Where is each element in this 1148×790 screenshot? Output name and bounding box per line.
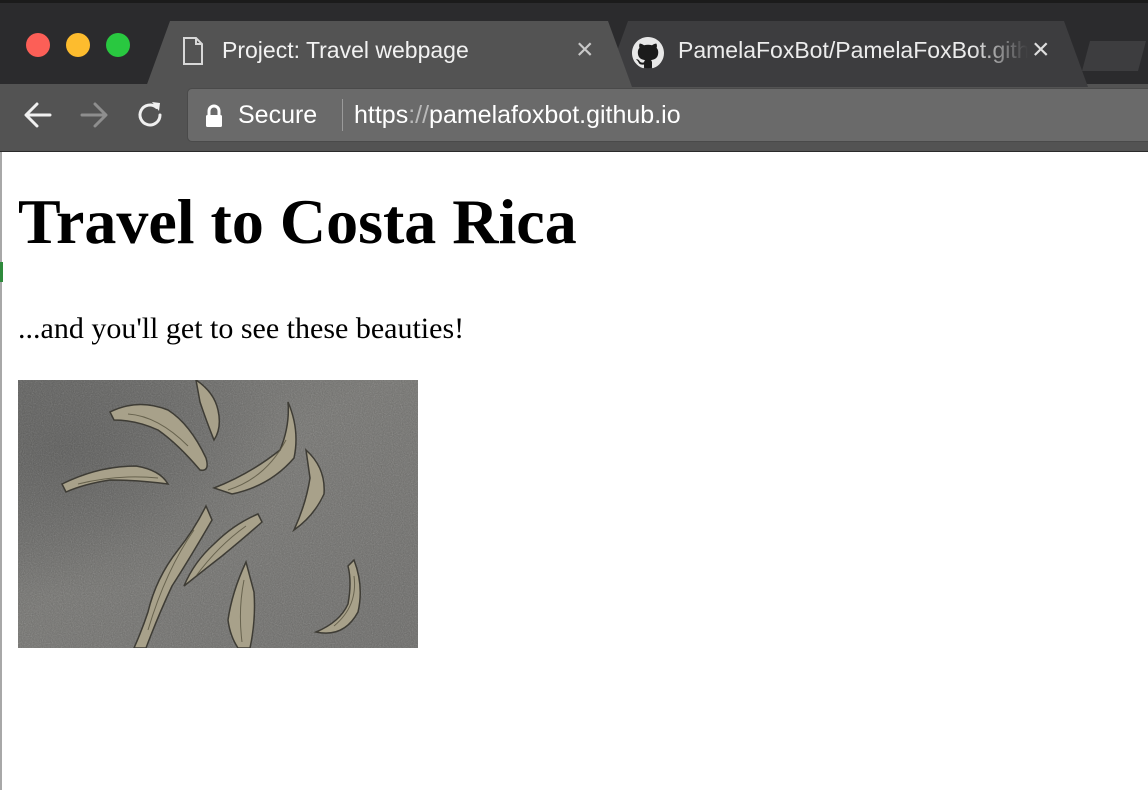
forward-arrow-icon[interactable] — [76, 97, 112, 133]
close-tab-icon[interactable]: × — [1032, 35, 1050, 65]
tab-strip: Project: Travel webpage × PamelaFoxBot/P… — [0, 0, 1148, 84]
url-text[interactable]: https://pamelafoxbot.github.io — [354, 101, 681, 130]
tab-title: Project: Travel webpage — [222, 37, 469, 63]
address-bar[interactable]: Secure https://pamelafoxbot.github.io — [187, 88, 1148, 142]
page-title: Travel to Costa Rica — [18, 186, 577, 257]
browser-toolbar: Secure https://pamelafoxbot.github.io — [0, 84, 1148, 152]
url-host: pamelafoxbot.github.io — [429, 101, 681, 129]
crocodiles-photo — [18, 380, 418, 648]
tab-project-travel-webpage[interactable]: Project: Travel webpage × — [146, 21, 632, 87]
lock-icon — [206, 104, 222, 127]
secure-label: Secure — [238, 101, 318, 129]
address-divider — [342, 99, 343, 131]
maximize-window-button[interactable] — [106, 33, 130, 57]
new-tab-button[interactable] — [1082, 41, 1146, 71]
left-edge-marker — [0, 262, 3, 282]
document-icon — [182, 37, 204, 65]
minimize-window-button[interactable] — [66, 33, 90, 57]
url-separator: :// — [408, 101, 430, 129]
github-icon — [632, 37, 664, 69]
close-tab-icon[interactable]: × — [576, 35, 594, 65]
window-edge — [0, 152, 2, 790]
page-subtitle: ...and you'll get to see these beauties! — [18, 312, 465, 345]
browser-chrome: Project: Travel webpage × PamelaFoxBot/P… — [0, 0, 1148, 152]
close-window-button[interactable] — [26, 33, 50, 57]
url-scheme: https — [354, 101, 409, 129]
tab-title: PamelaFoxBot/PamelaFoxBot.github.io — [678, 37, 1028, 63]
page-content: Travel to Costa Rica ...and you'll get t… — [0, 152, 1148, 790]
reload-icon[interactable] — [132, 97, 168, 133]
tab-github-repo[interactable]: PamelaFoxBot/PamelaFoxBot.github.io × — [604, 21, 1088, 87]
back-arrow-icon[interactable] — [20, 97, 56, 133]
